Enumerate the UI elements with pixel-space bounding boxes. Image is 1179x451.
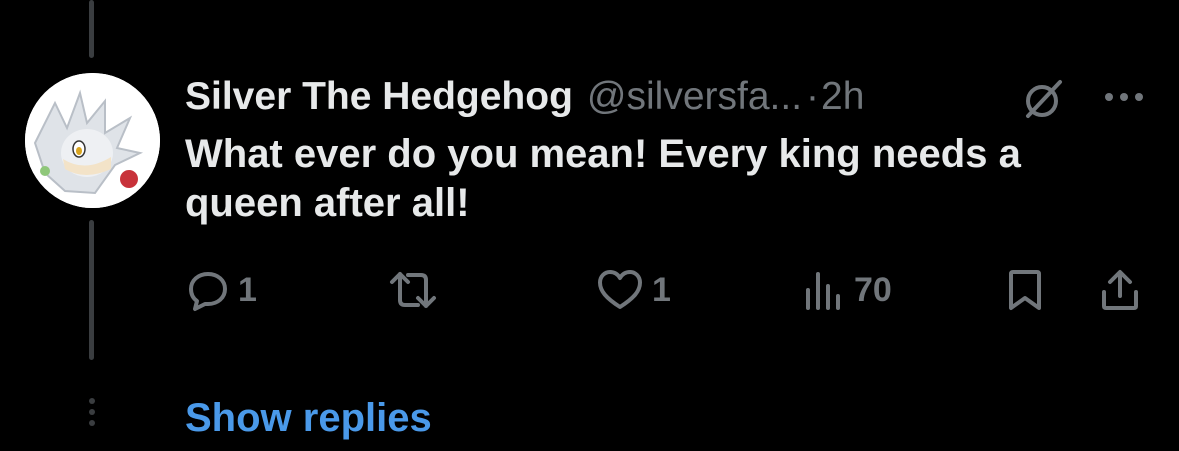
like-button[interactable]: 1 [596, 268, 671, 312]
bookmark-icon [1009, 270, 1041, 310]
views-button[interactable]: 70 [802, 268, 892, 312]
retweet-icon [390, 272, 436, 308]
share-icon [1102, 270, 1138, 310]
retweet-button[interactable] [388, 268, 446, 312]
thread-dot [89, 409, 95, 415]
separator-dot: · [806, 75, 820, 118]
share-button[interactable] [1098, 268, 1142, 312]
thread-dot [89, 398, 95, 404]
like-count: 1 [652, 270, 671, 309]
show-replies-link[interactable]: Show replies [185, 392, 432, 444]
verified-badge-icon [1026, 80, 1062, 118]
views-chart-icon [806, 272, 840, 310]
avatar[interactable] [25, 73, 160, 208]
views-count: 70 [854, 270, 892, 309]
thread-dot [89, 420, 95, 426]
tweet-header: Silver The Hedgehog @silversfa... · 2h [185, 72, 864, 122]
tweet-text: What ever do you mean! Every king needs … [185, 132, 1021, 225]
timestamp[interactable]: 2h [821, 72, 864, 122]
bookmark-button[interactable] [1005, 268, 1045, 312]
reply-button[interactable]: 1 [186, 268, 257, 312]
reply-count: 1 [238, 270, 257, 309]
thread-line-bottom [89, 220, 94, 360]
heart-icon [598, 270, 642, 309]
reply-icon [189, 272, 227, 311]
more-options-icon[interactable] [1100, 82, 1148, 112]
display-name[interactable]: Silver The Hedgehog [185, 72, 573, 122]
avatar-image [25, 73, 160, 208]
user-handle[interactable]: @silversfa... [587, 72, 802, 122]
thread-continuation-dots [87, 398, 97, 431]
thread-line-top [89, 0, 94, 58]
